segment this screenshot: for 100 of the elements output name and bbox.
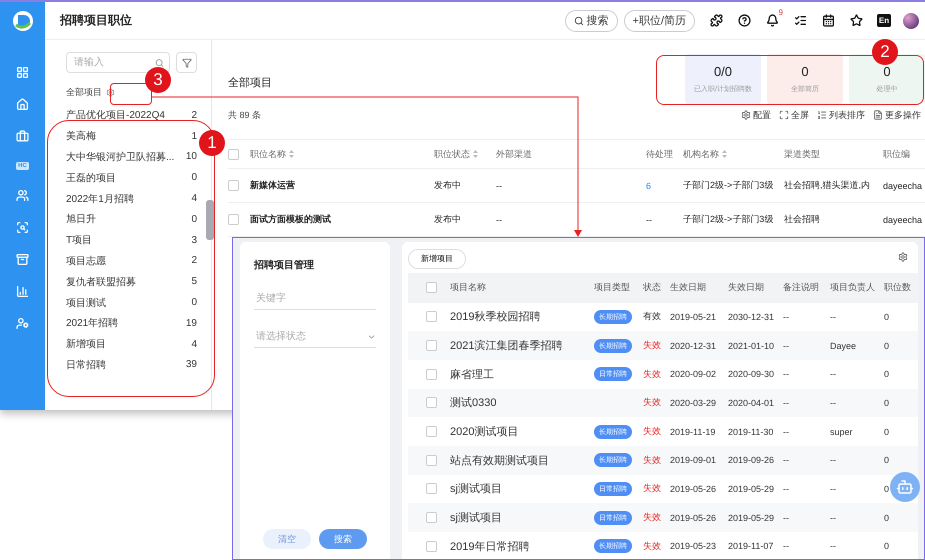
project-name: 2021滨江集团春季招聘: [450, 338, 562, 354]
toolbar-button[interactable]: 配置: [741, 108, 771, 122]
column-header: 外部渠道: [496, 148, 532, 160]
archive-icon[interactable]: [16, 253, 29, 266]
row-checkbox[interactable]: [426, 540, 437, 552]
row-checkbox[interactable]: [426, 454, 437, 466]
row-checkbox[interactable]: [426, 397, 437, 408]
filter-button[interactable]: [176, 52, 197, 73]
stat-value: 0: [801, 64, 809, 79]
select-all-checkbox[interactable]: [228, 148, 239, 160]
list-icon: [817, 110, 827, 120]
table-cell: 发布中: [434, 169, 496, 203]
row-checkbox[interactable]: [426, 512, 437, 524]
project-name[interactable]: 旭日升: [66, 212, 96, 226]
row-checkbox[interactable]: [228, 214, 239, 225]
start-date: 2019-09-01: [670, 455, 716, 466]
end-date: 2021-01-10: [728, 340, 774, 351]
status-text: 失效: [643, 454, 661, 467]
project-name: sj测试项目: [450, 482, 502, 496]
project-search-field[interactable]: 请输入: [66, 52, 170, 73]
toolbar-button[interactable]: 全屏: [779, 108, 809, 122]
project-name[interactable]: 王磊的项目: [66, 170, 116, 185]
project-count: 2: [191, 255, 197, 266]
settings-icon[interactable]: [106, 88, 115, 96]
column-header[interactable]: 职位状态: [434, 148, 478, 160]
section-title: 全部项目: [228, 76, 272, 91]
row-checkbox[interactable]: [426, 311, 437, 322]
toolbar-button[interactable]: 更多操作: [873, 108, 921, 122]
search-icon[interactable]: [155, 58, 164, 68]
position-count: 0: [884, 484, 890, 494]
star-icon[interactable]: [850, 14, 862, 27]
position-count: 0: [884, 426, 890, 437]
bar-chart-icon[interactable]: [16, 285, 29, 298]
project-name[interactable]: 复仇者联盟招募: [66, 274, 136, 289]
puzzle-icon[interactable]: [710, 14, 722, 27]
search-button[interactable]: 搜索: [564, 10, 618, 32]
project-name[interactable]: 2022年1月招聘: [66, 192, 134, 206]
status-text: 失效: [643, 425, 661, 438]
project-count: 4: [191, 338, 197, 350]
sort-icon[interactable]: [289, 150, 294, 158]
calendar-icon[interactable]: [822, 14, 834, 27]
all-projects-item[interactable]: 全部项目: [66, 86, 102, 98]
table-cell[interactable]: 6: [646, 169, 683, 203]
sort-icon[interactable]: [473, 150, 478, 158]
project-name[interactable]: 2021年招聘: [66, 316, 118, 330]
home-icon[interactable]: [16, 98, 29, 111]
owner-name: --: [830, 312, 836, 322]
panel-title: 招聘项目管理: [254, 258, 315, 272]
bell-icon[interactable]: [766, 14, 778, 27]
grid-icon[interactable]: [16, 66, 29, 79]
checklist-icon[interactable]: [794, 14, 806, 27]
briefcase-icon[interactable]: [16, 130, 29, 143]
project-name[interactable]: 项目测试: [66, 296, 106, 310]
end-date: 2020-09-30: [728, 369, 774, 380]
project-count: 2: [191, 110, 197, 121]
note-text: --: [783, 541, 789, 552]
project-name: sj测试项目: [450, 511, 502, 526]
position-count: 0: [884, 398, 890, 408]
notification-count: 9: [778, 8, 783, 17]
settings-icon[interactable]: [898, 252, 908, 262]
collapse-handle[interactable]: [206, 200, 214, 240]
row-checkbox[interactable]: [426, 426, 437, 438]
column-header: 待处理: [646, 148, 673, 160]
new-project-button[interactable]: 新增项目: [408, 248, 466, 268]
note-text: --: [783, 484, 789, 494]
project-name[interactable]: T项目: [66, 233, 92, 248]
column-header: 职位数: [884, 281, 911, 294]
status-select[interactable]: 请选择状态: [254, 326, 376, 348]
table-cell: 子部门2级->子部门3级: [683, 169, 784, 203]
project-count: 0: [191, 214, 197, 225]
add-position-button[interactable]: +职位/简历: [624, 10, 695, 32]
start-date: 2020-09-02: [670, 369, 716, 380]
project-name[interactable]: 产品优化项目-2022Q4: [66, 108, 165, 122]
project-name: 2019秋季校园招聘: [450, 310, 540, 324]
status-text: 有效: [643, 310, 661, 324]
project-name[interactable]: 美高梅: [66, 129, 96, 144]
select-all-checkbox[interactable]: [426, 282, 437, 293]
search-box-icon[interactable]: [16, 221, 29, 234]
project-name[interactable]: 大中华银河护卫队招募...: [66, 150, 174, 164]
sort-icon[interactable]: [722, 150, 727, 158]
toolbar-button[interactable]: 列表排序: [817, 108, 865, 122]
row-checkbox[interactable]: [426, 368, 437, 380]
project-name[interactable]: 项目志愿: [66, 254, 106, 268]
keyword-field[interactable]: 关键字: [254, 288, 376, 310]
table-cell: 社会招聘,猎头渠道,内: [784, 169, 883, 203]
column-header: 状态: [643, 281, 661, 294]
start-date: 2019-05-21: [670, 312, 716, 322]
row-checkbox[interactable]: [426, 340, 437, 352]
avatar[interactable]: [903, 12, 919, 28]
project-name[interactable]: 日常招聘: [66, 358, 106, 372]
row-checkbox[interactable]: [426, 483, 437, 494]
user-settings-icon[interactable]: [16, 317, 29, 330]
column-header[interactable]: 机构名称: [683, 148, 727, 160]
column-header[interactable]: 职位名称: [250, 148, 294, 160]
language-button[interactable]: En: [876, 14, 892, 27]
project-name[interactable]: 新增项目: [66, 337, 106, 352]
row-checkbox[interactable]: [228, 180, 239, 191]
people-icon[interactable]: [16, 189, 29, 202]
help-icon[interactable]: [738, 14, 750, 27]
position-count: 0: [884, 541, 890, 552]
